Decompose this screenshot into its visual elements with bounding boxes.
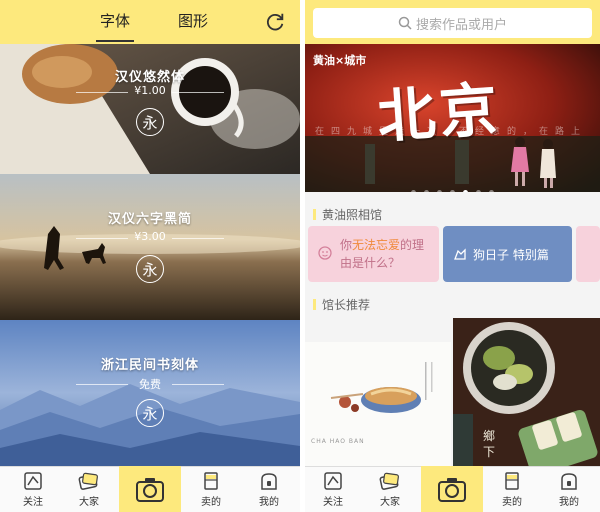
bottom-nav: 关注 大家 卖的 我的 xyxy=(305,466,600,512)
font-price: ¥1.00 xyxy=(134,84,166,97)
banner-subline: 在四九城里走一次，不经意的，在路上 xyxy=(315,127,588,137)
right-screen: 搜索作品或用户 黄油×城市 北京 在四九城里走一次，不经意的，在路上 黄油照相馆… xyxy=(305,0,600,512)
carousel-dot[interactable] xyxy=(411,190,416,192)
section-title-photo: 黄油照相馆 xyxy=(313,206,382,223)
search-placeholder: 搜索作品或用户 xyxy=(415,17,507,33)
nav-profile-label: 我的 xyxy=(259,497,279,508)
recommend-card-1[interactable]: CHA HAO BAN xyxy=(305,342,451,466)
nav-shop[interactable]: 卖的 xyxy=(489,471,535,508)
camera-button[interactable] xyxy=(119,466,181,512)
divider-line xyxy=(172,384,224,385)
carousel-dot[interactable] xyxy=(437,190,442,192)
tile-2-text: 狗日子 特别篇 xyxy=(473,248,549,262)
nav-shop-label: 卖的 xyxy=(502,497,522,508)
camera-button[interactable] xyxy=(421,466,483,512)
refresh-icon[interactable] xyxy=(264,11,286,33)
shop-icon xyxy=(505,472,519,490)
follow-icon xyxy=(24,472,42,490)
tile-1-text: 你 xyxy=(340,238,353,252)
font-sample-icon: 永 xyxy=(136,255,164,283)
side-poem-text: 鄉 下 xyxy=(483,429,496,459)
shop-icon xyxy=(204,472,218,490)
smiley-icon xyxy=(318,246,332,260)
left-screen: 字体 图形 汉仪悠然体 ¥1.00 永 汉仪六字黑简 ¥3.00 永 浙江民间书… xyxy=(0,0,300,512)
banner-carousel[interactable]: 黄油×城市 北京 在四九城里走一次，不经意的，在路上 xyxy=(305,44,600,192)
nav-profile[interactable]: 我的 xyxy=(246,471,292,508)
carousel-dot[interactable] xyxy=(424,190,429,192)
nav-everyone-label: 大家 xyxy=(79,497,99,508)
nav-profile-label: 我的 xyxy=(559,497,579,508)
everyone-icon xyxy=(379,472,399,490)
nav-follow-label: 关注 xyxy=(323,497,343,508)
right-top-bar: 搜索作品或用户 xyxy=(305,0,600,44)
tile-1-highlight: 无法忘爱 xyxy=(352,238,401,252)
left-top-bar: 字体 图形 xyxy=(0,0,300,44)
font-card-3-background xyxy=(0,320,300,466)
topic-tile-2[interactable]: 狗日子 特别篇 xyxy=(443,226,572,282)
nav-everyone[interactable]: 大家 xyxy=(367,471,413,508)
banner-tag: 黄油×城市 xyxy=(313,54,367,67)
nav-follow-label: 关注 xyxy=(23,497,43,508)
font-card-3[interactable]: 浙江民间书刻体 免费 永 xyxy=(0,320,300,466)
section-title-recommend: 馆长推荐 xyxy=(313,296,370,313)
nav-shop[interactable]: 卖的 xyxy=(188,471,234,508)
divider-line xyxy=(172,238,224,239)
topic-tile-3[interactable] xyxy=(576,226,600,282)
nav-shop-label: 卖的 xyxy=(201,497,221,508)
font-card-2[interactable]: 汉仪六字黑简 ¥3.00 永 xyxy=(0,174,300,320)
tile-1-text: 的理 xyxy=(400,238,425,252)
search-input[interactable]: 搜索作品或用户 xyxy=(313,8,592,38)
camera-icon xyxy=(136,477,164,502)
profile-icon xyxy=(561,473,577,490)
font-card-2-background xyxy=(0,174,300,320)
follow-icon xyxy=(324,472,342,490)
font-card-1[interactable]: 汉仪悠然体 ¥1.00 永 xyxy=(0,44,300,174)
recommend-card-2[interactable]: 鄉 下 xyxy=(453,318,600,466)
banner-headline: 北京 xyxy=(375,74,504,152)
nav-profile[interactable]: 我的 xyxy=(546,471,592,508)
noodle-bowl-image xyxy=(305,342,451,466)
font-name: 汉仪六字黑简 xyxy=(107,212,192,227)
carousel-dot[interactable] xyxy=(489,190,494,192)
carousel-dot[interactable] xyxy=(450,190,455,192)
font-name: 浙江民间书刻体 xyxy=(100,358,199,373)
tile-1-line-2: 由是什么？ xyxy=(340,256,401,270)
dog-icon xyxy=(454,248,466,260)
profile-icon xyxy=(261,473,277,490)
everyone-icon xyxy=(78,472,98,490)
carousel-dot[interactable] xyxy=(463,190,468,192)
font-sample-icon: 永 xyxy=(136,108,164,136)
font-sample-icon: 永 xyxy=(136,399,164,427)
vegetable-dish-image xyxy=(453,318,600,466)
search-icon xyxy=(398,16,412,30)
font-name: 汉仪悠然体 xyxy=(114,70,185,85)
tab-fonts[interactable]: 字体 xyxy=(95,10,135,42)
nav-everyone[interactable]: 大家 xyxy=(66,471,112,508)
nav-follow[interactable]: 关注 xyxy=(310,471,356,508)
nav-follow[interactable]: 关注 xyxy=(10,471,56,508)
font-price: 免费 xyxy=(139,378,161,391)
font-price: ¥3.00 xyxy=(134,230,166,243)
tab-graphics[interactable]: 图形 xyxy=(178,10,208,31)
topic-tile-1[interactable]: 你无法忘爱的理 由是什么？ xyxy=(308,226,439,282)
nav-everyone-label: 大家 xyxy=(380,497,400,508)
bottom-nav: 关注 大家 卖的 我的 xyxy=(0,466,300,512)
divider-line xyxy=(172,92,224,93)
camera-icon xyxy=(438,477,466,502)
carousel-indicator xyxy=(305,180,600,192)
carousel-dot[interactable] xyxy=(476,190,481,192)
recommend-caption: CHA HAO BAN xyxy=(311,438,365,445)
tile-1-line-1: 你无法忘爱的理 xyxy=(340,236,424,253)
